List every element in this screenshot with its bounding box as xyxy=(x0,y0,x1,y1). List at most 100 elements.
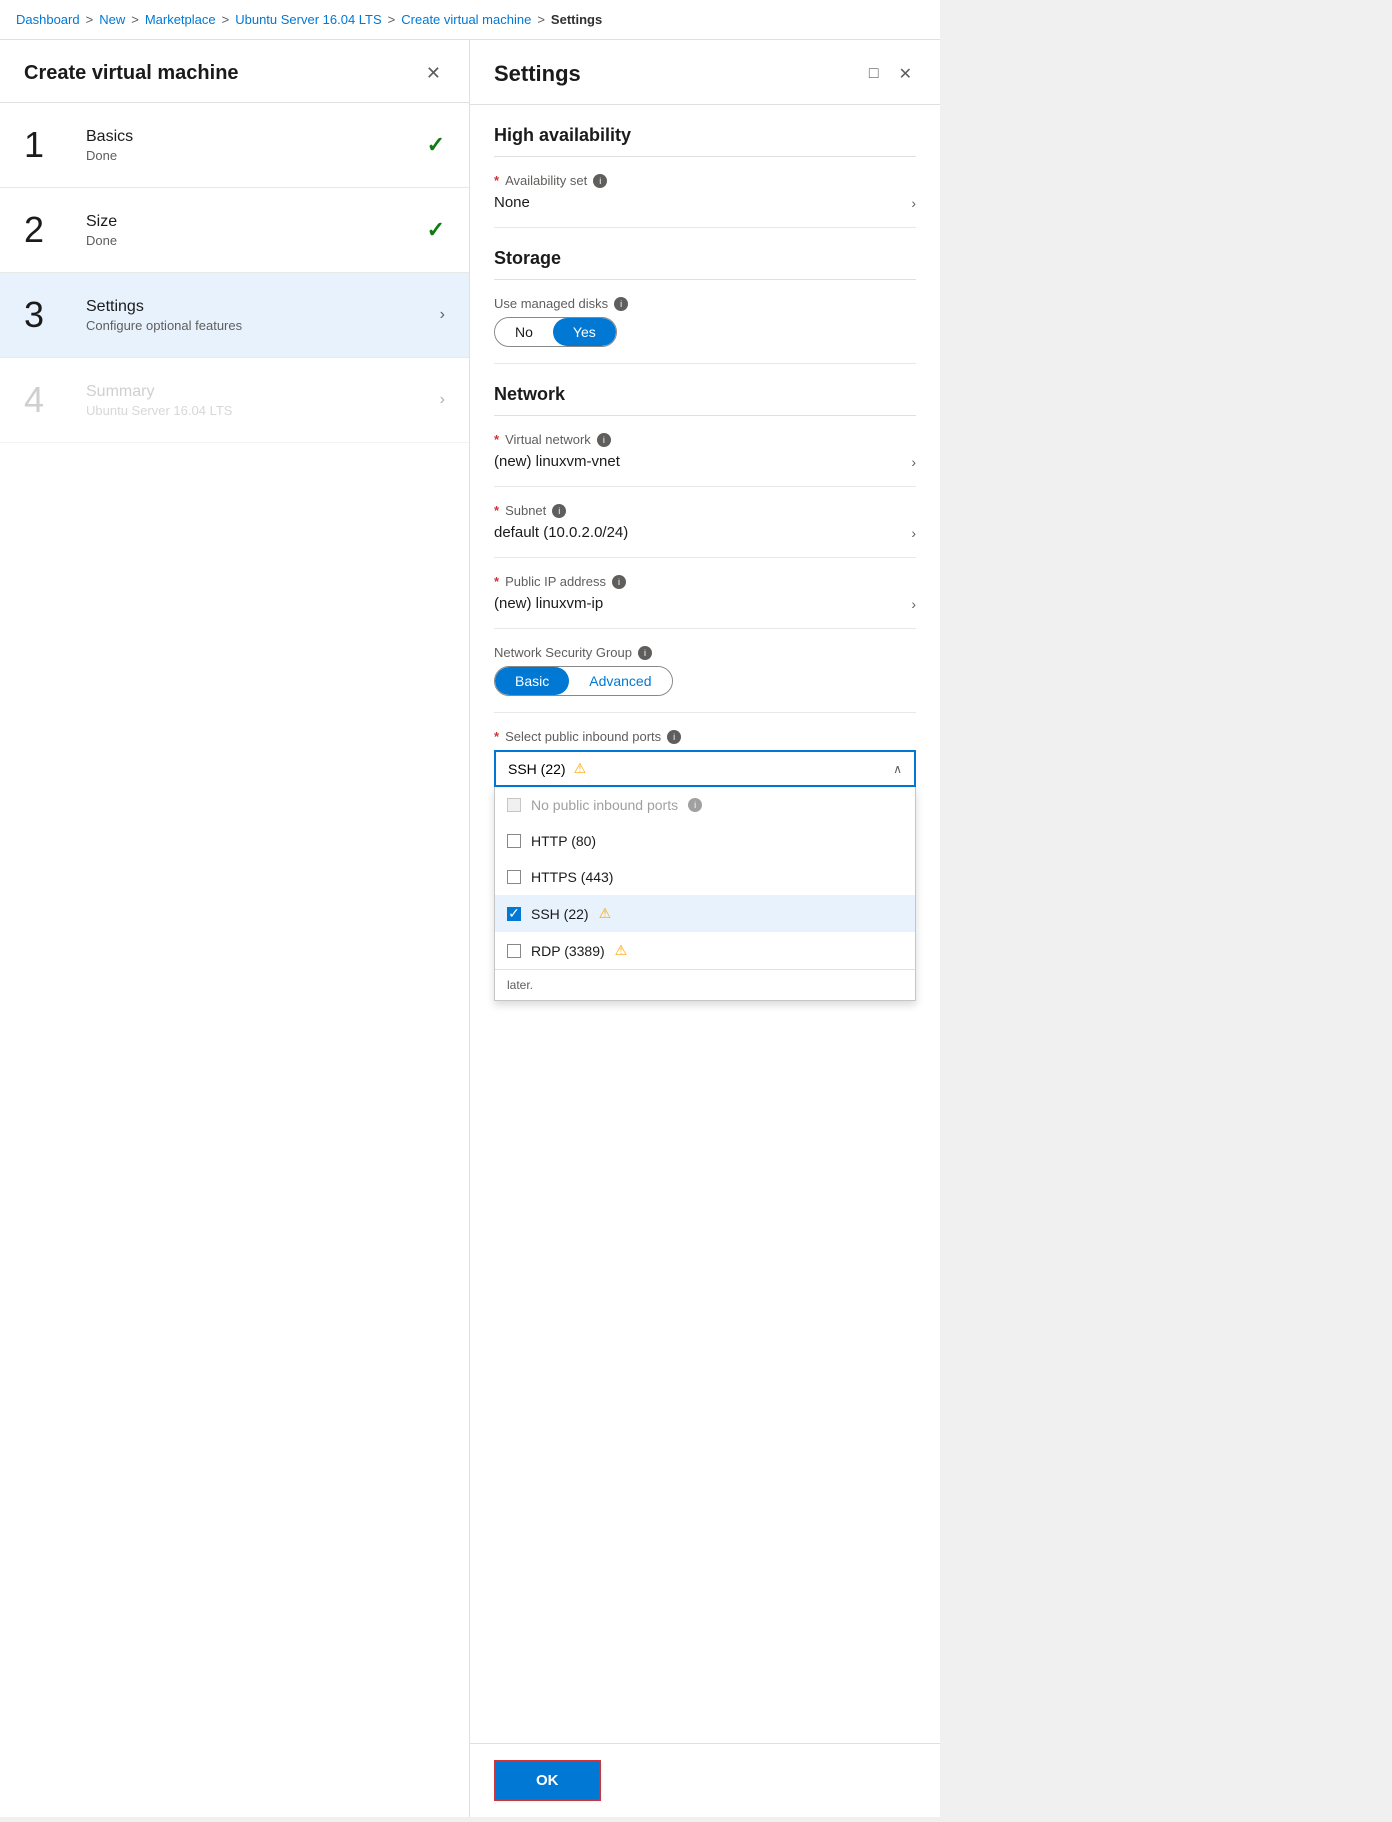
managed-disks-field: Use managed disks i No Yes xyxy=(494,280,916,364)
inbound-option-ssh[interactable]: ✓ SSH (22) ⚠ xyxy=(495,895,915,932)
managed-disks-info-icon[interactable]: i xyxy=(614,297,628,311)
right-panel-content: High availability * Availability set i N… xyxy=(470,105,940,930)
availability-set-chevron-icon[interactable]: › xyxy=(911,195,916,211)
nsg-label-text: Network Security Group xyxy=(494,645,632,660)
step-3-arrow-icon: › xyxy=(440,306,445,324)
managed-disks-yes-button[interactable]: Yes xyxy=(553,318,616,346)
subnet-value: default (10.0.2.0/24) xyxy=(494,524,628,541)
right-panel-maximize-button[interactable]: □ xyxy=(865,61,883,87)
subnet-label: * Subnet i xyxy=(494,503,916,518)
step-3-name: Settings xyxy=(86,298,440,316)
breadcrumb-current: Settings xyxy=(551,12,602,27)
inbound-option-rdp-checkbox xyxy=(507,944,521,958)
virtual-network-value: (new) linuxvm-vnet xyxy=(494,453,620,470)
inbound-option-https[interactable]: HTTPS (443) xyxy=(495,859,915,895)
inbound-option-none-label: No public inbound ports xyxy=(531,797,678,813)
right-panel-close-button[interactable]: ✕ xyxy=(895,60,916,88)
section-storage-header: Storage xyxy=(494,228,916,280)
step-1-basics[interactable]: 1 Basics Done ✓ xyxy=(0,103,469,188)
left-panel-title: Create virtual machine xyxy=(24,62,239,85)
inbound-option-http-checkbox xyxy=(507,834,521,848)
section-network-header: Network xyxy=(494,364,916,416)
inbound-option-https-checkbox xyxy=(507,870,521,884)
inbound-ports-warning-icon: ⚠ xyxy=(574,760,587,777)
nsg-info-icon[interactable]: i xyxy=(638,646,652,660)
breadcrumb-dashboard[interactable]: Dashboard xyxy=(16,12,80,27)
managed-disks-label-text: Use managed disks xyxy=(494,296,608,311)
public-ip-value: (new) linuxvm-ip xyxy=(494,595,603,612)
virtual-network-label-text: Virtual network xyxy=(505,432,591,447)
availability-set-label-text: Availability set xyxy=(505,173,587,188)
breadcrumb-marketplace[interactable]: Marketplace xyxy=(145,12,216,27)
step-1-number: 1 xyxy=(24,127,74,163)
nsg-field: Network Security Group i Basic Advanced xyxy=(494,629,916,713)
virtual-network-label: * Virtual network i xyxy=(494,432,916,447)
step-2-number: 2 xyxy=(24,212,74,248)
inbound-ports-dropdown-note: later. xyxy=(495,969,915,1000)
step-4-summary: 4 Summary Ubuntu Server 16.04 LTS › xyxy=(0,358,469,443)
right-panel-scroll[interactable]: High availability * Availability set i N… xyxy=(470,105,940,1743)
inbound-ports-current-value: SSH (22) xyxy=(508,761,566,777)
availability-set-label: * Availability set i xyxy=(494,173,916,188)
virtual-network-field: * Virtual network i (new) linuxvm-vnet › xyxy=(494,416,916,487)
subnet-info-icon[interactable]: i xyxy=(552,504,566,518)
managed-disks-label: Use managed disks i xyxy=(494,296,916,311)
section-high-availability-header: High availability xyxy=(494,105,916,157)
inbound-option-rdp-warning-icon: ⚠ xyxy=(615,942,628,959)
inbound-ports-note-text: later. xyxy=(507,978,533,992)
nsg-toggle-group: Basic Advanced xyxy=(494,666,673,696)
public-ip-info-icon[interactable]: i xyxy=(612,575,626,589)
availability-set-info-icon[interactable]: i xyxy=(593,174,607,188)
subnet-value-row: default (10.0.2.0/24) › xyxy=(494,524,916,541)
steps-container: 1 Basics Done ✓ 2 Size Done ✓ 3 xyxy=(0,103,469,443)
step-2-content: Size Done xyxy=(86,213,427,248)
availability-set-field: * Availability set i None › xyxy=(494,157,916,228)
inbound-option-https-label: HTTPS (443) xyxy=(531,869,613,885)
inbound-ports-dropdown-list: No public inbound ports i HTTP (80) xyxy=(494,787,916,1001)
public-ip-chevron-icon[interactable]: › xyxy=(911,596,916,612)
step-2-name: Size xyxy=(86,213,427,231)
step-4-number: 4 xyxy=(24,382,74,418)
inbound-option-ssh-checkbox: ✓ xyxy=(507,907,521,921)
virtual-network-chevron-icon[interactable]: › xyxy=(911,454,916,470)
step-2-size[interactable]: 2 Size Done ✓ xyxy=(0,188,469,273)
inbound-option-none: No public inbound ports i xyxy=(495,787,915,823)
subnet-chevron-icon[interactable]: › xyxy=(911,525,916,541)
breadcrumb-sep-2: > xyxy=(131,12,139,27)
public-ip-required-star: * xyxy=(494,574,499,589)
breadcrumb-sep-1: > xyxy=(86,12,94,27)
inbound-ports-field: * Select public inbound ports i SSH (22)… xyxy=(494,713,916,803)
subnet-label-text: Subnet xyxy=(505,503,546,518)
inbound-ports-info-icon[interactable]: i xyxy=(667,730,681,744)
inbound-ports-label-text: Select public inbound ports xyxy=(505,729,661,744)
ok-button[interactable]: OK xyxy=(494,1760,601,1801)
breadcrumb-sep-4: > xyxy=(388,12,396,27)
step-2-checkmark-icon: ✓ xyxy=(427,217,445,243)
step-1-content: Basics Done xyxy=(86,128,427,163)
breadcrumb: Dashboard > New > Marketplace > Ubuntu S… xyxy=(0,0,940,40)
virtual-network-required-star: * xyxy=(494,432,499,447)
nsg-basic-button[interactable]: Basic xyxy=(495,667,569,695)
nsg-advanced-button[interactable]: Advanced xyxy=(569,667,671,695)
step-3-number: 3 xyxy=(24,297,74,333)
step-4-desc: Ubuntu Server 16.04 LTS xyxy=(86,403,440,418)
breadcrumb-sep-3: > xyxy=(222,12,230,27)
nsg-label: Network Security Group i xyxy=(494,645,916,660)
step-3-settings[interactable]: 3 Settings Configure optional features › xyxy=(0,273,469,358)
left-panel-header: Create virtual machine ✕ xyxy=(0,40,469,103)
inbound-option-http[interactable]: HTTP (80) xyxy=(495,823,915,859)
public-ip-field: * Public IP address i (new) linuxvm-ip › xyxy=(494,558,916,629)
virtual-network-info-icon[interactable]: i xyxy=(597,433,611,447)
breadcrumb-ubuntu[interactable]: Ubuntu Server 16.04 LTS xyxy=(235,12,381,27)
left-panel-close-button[interactable]: ✕ xyxy=(422,60,445,86)
step-3-desc: Configure optional features xyxy=(86,318,440,333)
breadcrumb-create-vm[interactable]: Create virtual machine xyxy=(401,12,531,27)
inbound-option-none-checkbox xyxy=(507,798,521,812)
breadcrumb-new[interactable]: New xyxy=(99,12,125,27)
inbound-option-rdp[interactable]: RDP (3389) ⚠ xyxy=(495,932,915,969)
inbound-ports-dropdown-trigger[interactable]: SSH (22) ⚠ ∧ xyxy=(494,750,916,787)
right-panel-title: Settings xyxy=(494,61,581,87)
managed-disks-no-button[interactable]: No xyxy=(495,318,553,346)
step-2-desc: Done xyxy=(86,233,427,248)
inbound-ports-label: * Select public inbound ports i xyxy=(494,729,916,744)
